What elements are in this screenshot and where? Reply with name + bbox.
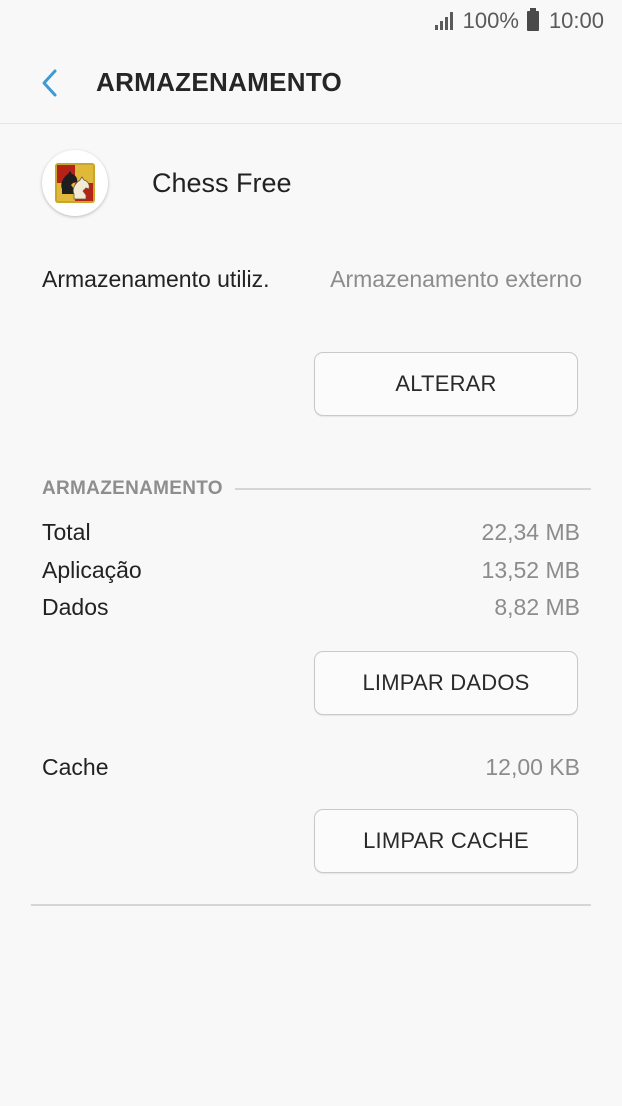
storage-row-value: 22,34 MB (481, 518, 580, 545)
storage-section-header: ARMAZENAMENTO (42, 476, 591, 502)
chevron-left-icon (42, 69, 57, 96)
storage-used-label: Armazenamento utiliz. (42, 266, 270, 292)
battery-icon (526, 8, 539, 31)
app-icon (42, 150, 108, 216)
storage-row-value: 13,52 MB (481, 556, 580, 583)
clock: 10:00 (548, 8, 604, 33)
bottom-divider (31, 904, 591, 906)
cache-row: Cache 12,00 KB (42, 749, 580, 785)
storage-screen: 100% 10:00 ARMAZENAMENTO Chess Free Arma… (0, 0, 622, 1106)
clear-cache-button[interactable]: LIMPAR CACHE (314, 809, 578, 873)
change-storage-button[interactable]: ALTERAR (314, 352, 578, 416)
cache-label: Cache (42, 753, 109, 780)
app-bar: ARMAZENAMENTO (0, 42, 622, 124)
storage-used-value: Armazenamento externo (330, 266, 582, 292)
section-title: ARMAZENAMENTO (42, 478, 223, 499)
storage-row-label: Dados (42, 593, 109, 620)
signal-icon (434, 12, 453, 30)
app-name: Chess Free (152, 167, 292, 198)
battery-percentage: 100% (462, 8, 519, 33)
status-bar: 100% 10:00 (0, 0, 622, 42)
cache-value: 12,00 KB (485, 753, 580, 780)
clear-data-button[interactable]: LIMPAR DADOS (314, 651, 578, 715)
page-title: ARMAZENAMENTO (96, 67, 343, 97)
storage-row-label: Total (42, 518, 91, 545)
storage-row-value: 8,82 MB (494, 593, 580, 620)
section-divider (234, 488, 591, 490)
back-button[interactable] (20, 53, 80, 113)
storage-row-data: Dados 8,82 MB (42, 589, 580, 625)
storage-row-label: Aplicação (42, 556, 142, 583)
chess-knight-icon (55, 163, 95, 203)
storage-row-application: Aplicação 13,52 MB (42, 552, 580, 588)
storage-row-total: Total 22,34 MB (42, 514, 580, 550)
app-info-row: Chess Free (42, 150, 292, 216)
